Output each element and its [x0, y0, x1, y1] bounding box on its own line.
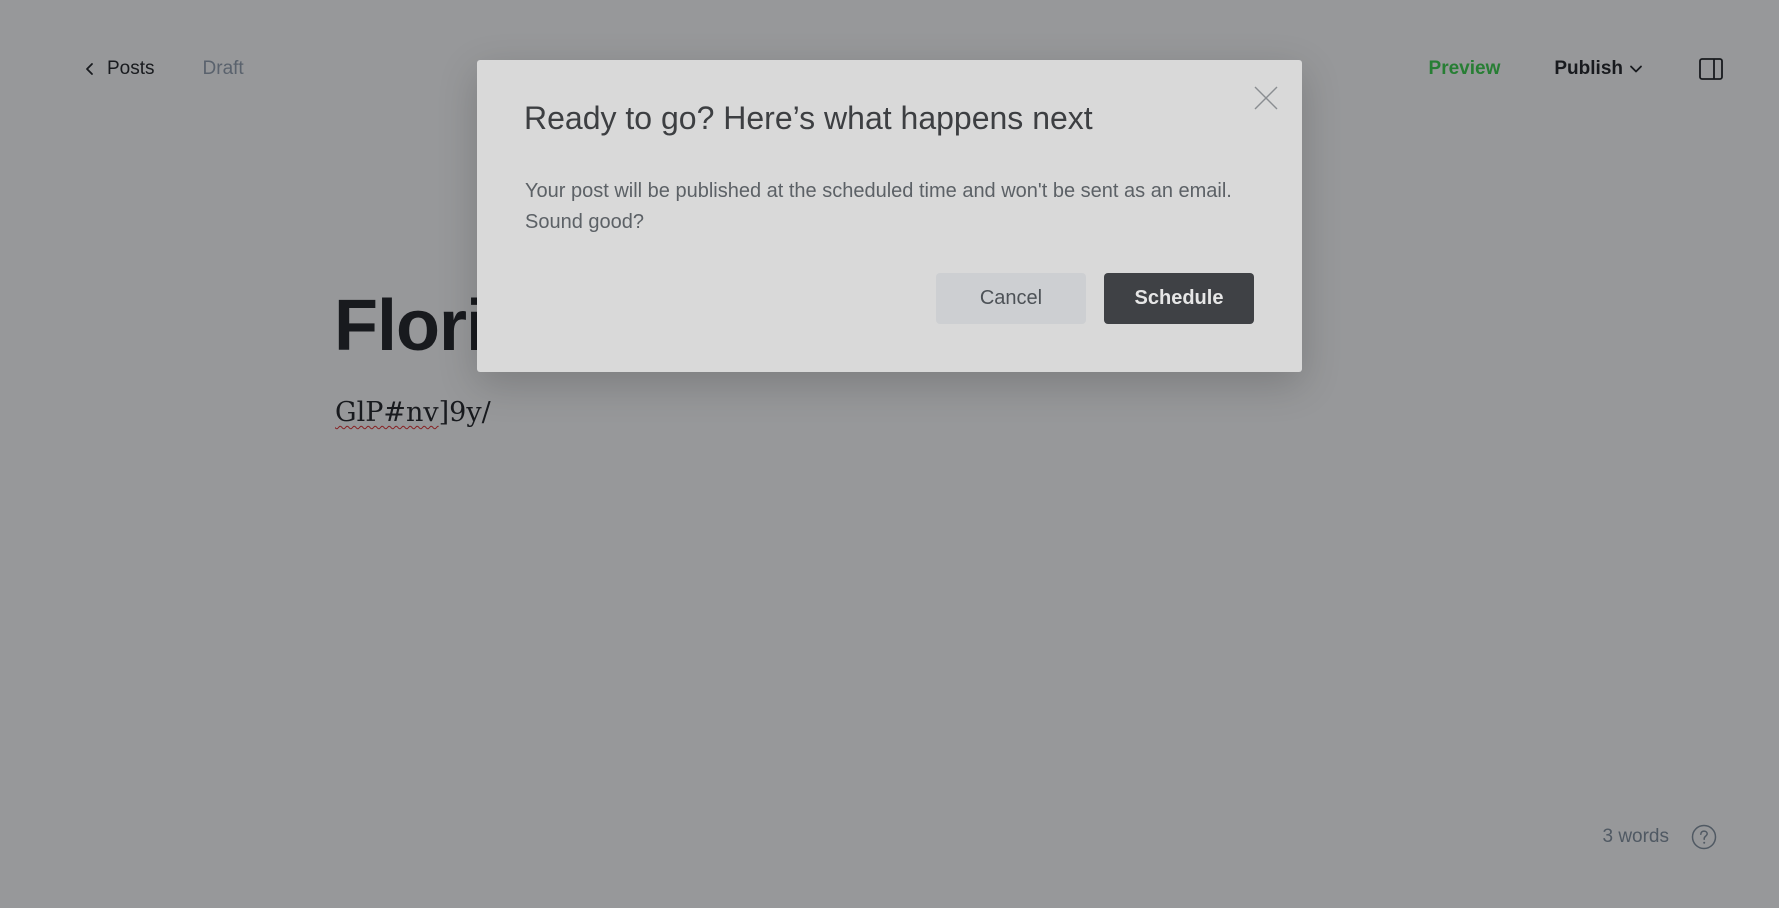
cancel-button[interactable]: Cancel [936, 273, 1086, 324]
close-icon[interactable] [1252, 84, 1280, 112]
editor-page: Posts Draft Preview Publish Florine GlP#… [0, 0, 1779, 908]
schedule-confirm-modal: Ready to go? Here’s what happens next Yo… [477, 60, 1302, 372]
modal-title: Ready to go? Here’s what happens next [524, 100, 1093, 136]
schedule-button[interactable]: Schedule [1104, 273, 1254, 324]
modal-message: Your post will be published at the sched… [525, 180, 1232, 233]
